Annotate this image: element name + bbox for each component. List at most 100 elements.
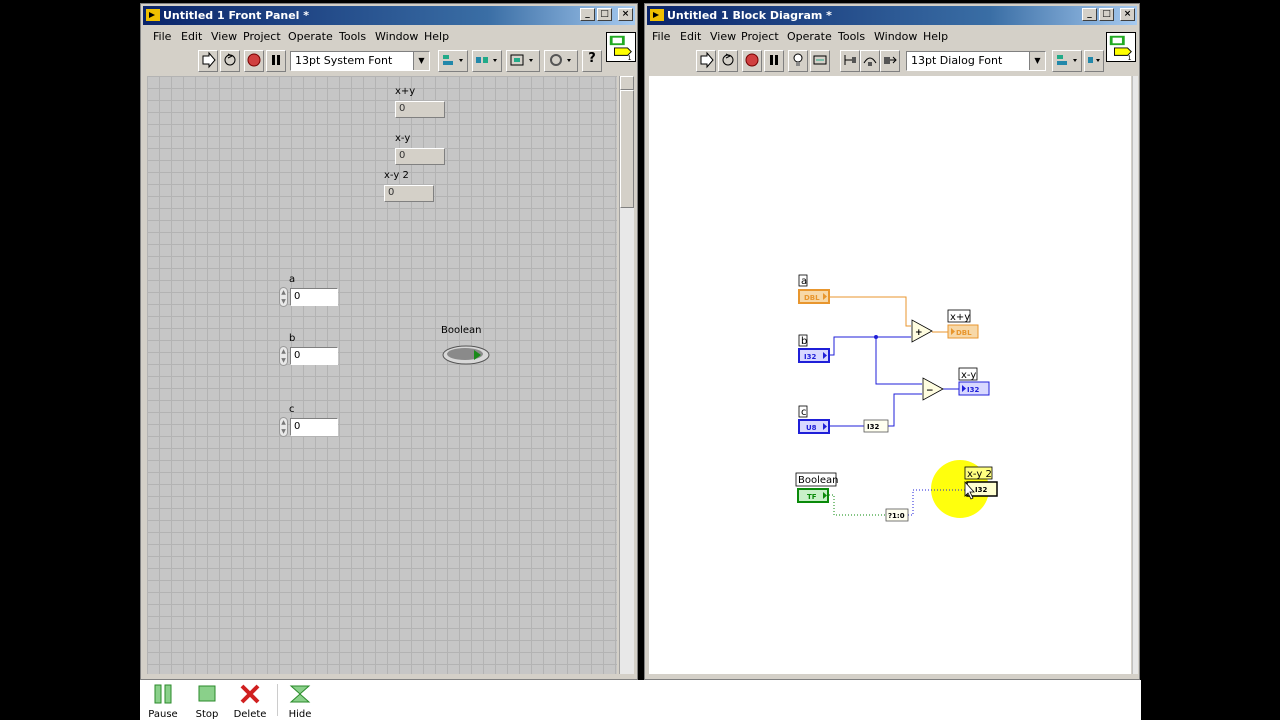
- run-arrow-icon[interactable]: [198, 50, 218, 72]
- menu-edit[interactable]: Edit: [181, 30, 202, 43]
- indicator-label-xpy: x+y: [395, 86, 416, 97]
- wire-junction: [874, 335, 878, 339]
- abort-icon[interactable]: [244, 50, 264, 72]
- boolean-switch[interactable]: [441, 344, 491, 366]
- minimize-icon[interactable]: _: [1082, 8, 1097, 21]
- control-label-a: a: [289, 274, 296, 285]
- block-diagram-window: Untitled 1 Block Diagram * _ □ × File Ed…: [644, 3, 1140, 680]
- distribute-objects-icon[interactable]: [1084, 50, 1104, 72]
- delete-button[interactable]: Delete: [230, 684, 270, 720]
- control-a[interactable]: 0: [290, 288, 338, 306]
- step-out-icon[interactable]: [880, 50, 900, 72]
- hide-icon: [289, 684, 311, 704]
- front-panel-titlebar[interactable]: Untitled 1 Front Panel * _ □ ×: [143, 6, 635, 25]
- pause-icon[interactable]: [764, 50, 784, 72]
- menu-project[interactable]: Project: [741, 30, 779, 43]
- menu-operate[interactable]: Operate: [288, 30, 333, 43]
- menu-tools[interactable]: Tools: [838, 30, 865, 43]
- pause-icon[interactable]: [266, 50, 286, 72]
- font-selector[interactable]: 13pt Dialog Font ▼: [906, 51, 1046, 71]
- stop-button[interactable]: Stop: [187, 684, 227, 720]
- svg-text:−: −: [926, 386, 934, 396]
- menu-edit[interactable]: Edit: [680, 30, 701, 43]
- menu-view[interactable]: View: [710, 30, 736, 43]
- svg-text:?1:0: ?1:0: [888, 512, 905, 520]
- reorder-icon[interactable]: [544, 50, 578, 72]
- font-selector-value: 13pt Dialog Font: [911, 54, 1003, 67]
- block-diagram-titlebar[interactable]: Untitled 1 Block Diagram * _ □ ×: [647, 6, 1137, 25]
- close-icon[interactable]: ×: [618, 8, 633, 21]
- hide-label: Hide: [288, 709, 312, 720]
- bottom-toolbar: Pause Stop Delete Hide: [140, 680, 1141, 720]
- wire-bool: [829, 494, 886, 516]
- indicator-label-xmy2: x-y 2: [384, 170, 409, 181]
- block-diagram-scrollbar[interactable]: [1132, 76, 1138, 674]
- svg-text:+: +: [915, 328, 923, 338]
- font-selector-value: 13pt System Font: [295, 54, 393, 67]
- resize-objects-icon[interactable]: [506, 50, 540, 72]
- menu-view[interactable]: View: [211, 30, 237, 43]
- svg-text:I32: I32: [975, 486, 987, 494]
- maximize-icon[interactable]: □: [597, 8, 612, 21]
- run-continuously-icon[interactable]: [220, 50, 240, 72]
- increment-decrement-icon[interactable]: ▲ ▼: [279, 417, 288, 437]
- run-arrow-icon[interactable]: [696, 50, 716, 72]
- menu-project[interactable]: Project: [243, 30, 281, 43]
- highlight-execution-icon[interactable]: [788, 50, 808, 72]
- scroll-up-icon[interactable]: [620, 76, 634, 90]
- svg-text:1: 1: [628, 54, 632, 62]
- boolean-label: Boolean: [441, 325, 482, 336]
- vi-icon[interactable]: 1: [606, 32, 636, 62]
- abort-icon[interactable]: [742, 50, 762, 72]
- menu-file[interactable]: File: [153, 30, 171, 43]
- run-continuously-icon[interactable]: [718, 50, 738, 72]
- menu-tools[interactable]: Tools: [339, 30, 366, 43]
- block-diagram-canvas[interactable]: a DBL b I32 c U8 I32 + − x+y DBL x-y I32…: [649, 76, 1131, 674]
- svg-text:DBL: DBL: [956, 329, 972, 337]
- maximize-icon[interactable]: □: [1099, 8, 1114, 21]
- control-c[interactable]: 0: [290, 418, 338, 436]
- scroll-thumb[interactable]: [620, 90, 634, 208]
- indicator-xpy: 0: [395, 101, 445, 118]
- indicator-xmy2: 0: [384, 185, 434, 202]
- menu-operate[interactable]: Operate: [787, 30, 832, 43]
- wire-c-to-sub: [887, 393, 922, 427]
- svg-text:DBL: DBL: [804, 294, 820, 302]
- retain-wire-values-icon[interactable]: [810, 50, 830, 72]
- labview-app-icon: [650, 9, 664, 21]
- divider: [277, 684, 278, 716]
- indicator-xmy: 0: [395, 148, 445, 165]
- front-panel-scrollbar[interactable]: [619, 76, 634, 674]
- terminal-label-boolean: Boolean: [798, 475, 839, 486]
- increment-decrement-icon[interactable]: ▲ ▼: [279, 287, 288, 307]
- menu-window[interactable]: Window: [874, 30, 917, 43]
- svg-text:I32: I32: [967, 386, 979, 394]
- step-into-icon[interactable]: [840, 50, 860, 72]
- front-panel-canvas[interactable]: x+y 0 x-y 0 x-y 2 0 a ▲ ▼ 0 b ▲ ▼ 0 c ▲ ▼ 0…: [147, 76, 617, 674]
- terminal-label-b: b: [801, 336, 807, 347]
- front-panel-window: Untitled 1 Front Panel * _ □ × File Edit…: [140, 3, 638, 680]
- increment-decrement-icon[interactable]: ▲ ▼: [279, 346, 288, 366]
- wire-b: [829, 336, 875, 356]
- terminal-label-xpy: x+y: [950, 312, 970, 323]
- terminal-label-xmy2: x-y 2: [967, 469, 992, 480]
- menu-window[interactable]: Window: [375, 30, 418, 43]
- minimize-icon[interactable]: _: [580, 8, 595, 21]
- menu-file[interactable]: File: [652, 30, 670, 43]
- menu-help[interactable]: Help: [923, 30, 948, 43]
- control-b[interactable]: 0: [290, 347, 338, 365]
- hide-button[interactable]: Hide: [280, 684, 320, 720]
- menu-help[interactable]: Help: [424, 30, 449, 43]
- pause-button[interactable]: Pause: [143, 684, 183, 720]
- svg-text:I32: I32: [804, 353, 816, 361]
- delete-icon: [239, 684, 261, 704]
- align-objects-icon[interactable]: [438, 50, 468, 72]
- svg-text:TF: TF: [807, 493, 817, 501]
- font-selector[interactable]: 13pt System Font ▼: [290, 51, 430, 71]
- close-icon[interactable]: ×: [1120, 8, 1135, 21]
- step-over-icon[interactable]: [860, 50, 880, 72]
- align-objects-icon[interactable]: [1052, 50, 1082, 72]
- vi-icon[interactable]: 1: [1106, 32, 1136, 62]
- distribute-objects-icon[interactable]: [472, 50, 502, 72]
- help-icon[interactable]: ?: [582, 50, 602, 72]
